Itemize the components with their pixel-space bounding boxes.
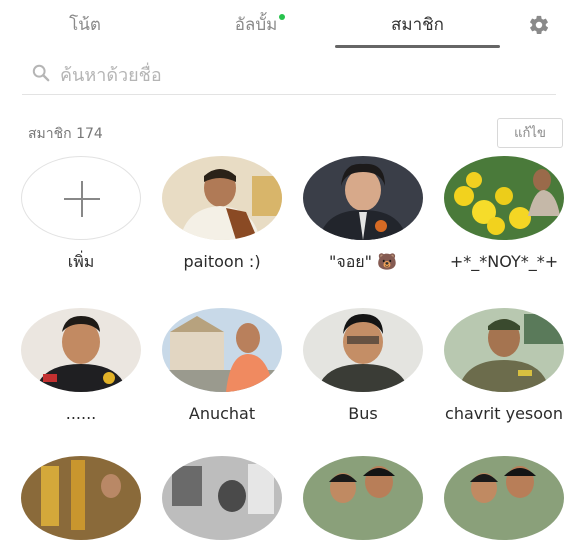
avatar [303,156,423,240]
avatar [162,156,282,240]
member-item[interactable]: "จอย" 🐻 [293,156,433,272]
member-item[interactable]: Anuchat [152,308,292,424]
avatar [21,456,141,540]
tab-members-label: สมาชิก [391,15,444,35]
avatar [303,308,423,392]
avatar [21,308,141,392]
member-name: paitoon :) [183,252,261,271]
member-item[interactable] [11,456,151,552]
tab-album-label: อัลบั้ม [234,15,278,35]
member-name: เพิ่ม [67,252,95,271]
edit-button[interactable]: แก้ไข [497,118,563,148]
member-name: ...... [65,404,97,423]
avatar [162,308,282,392]
tab-album[interactable]: อัลบั้ม [185,0,335,50]
member-name: Bus [348,404,378,423]
active-tab-indicator [335,45,500,48]
member-count: สมาชิก 174 [28,126,103,142]
member-name: chavrit yesoon [445,404,563,423]
member-name: Anuchat [188,404,256,423]
gear-icon[interactable] [528,14,550,36]
search-placeholder: ค้นหาด้วยชื่อ [60,65,162,86]
tab-members[interactable]: สมาชิก [335,0,500,50]
avatar [162,456,282,540]
tab-bar: โน้ต อัลบั้ม สมาชิก [0,0,576,50]
member-item[interactable]: paitoon :) [152,156,292,272]
avatar [444,456,564,540]
avatar [444,156,564,240]
add-member-button[interactable] [21,156,141,240]
new-indicator-dot [279,14,286,20]
member-item[interactable] [152,456,292,552]
avatar [444,308,564,392]
tab-notes-label: โน้ต [69,15,101,35]
avatar [303,456,423,540]
add-member-item[interactable]: เพิ่ม [11,156,151,272]
member-item[interactable]: +*_*NOY*_*+ [434,156,574,272]
tab-notes[interactable]: โน้ต [20,0,150,50]
member-item[interactable]: Bus [293,308,433,424]
member-item[interactable]: chavrit yesoon [434,308,574,424]
member-item[interactable]: ...... [11,308,151,424]
member-name: +*_*NOY*_*+ [449,252,559,271]
member-item[interactable] [293,456,433,552]
plus-icon [64,181,100,217]
search-bar[interactable]: ค้นหาด้วยชื่อ [22,52,556,95]
search-icon [32,64,50,82]
member-item[interactable] [434,456,574,552]
member-name: "จอย" 🐻 [328,252,398,271]
